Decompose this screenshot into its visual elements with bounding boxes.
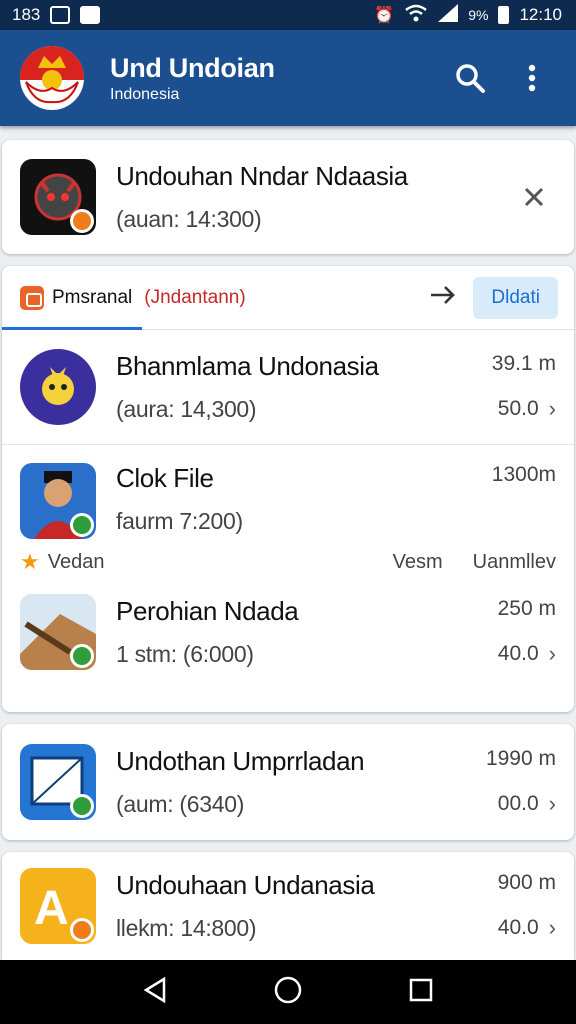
tab-bar: Pmsranal (Jndantann) Dldati — [2, 266, 574, 330]
detail-button[interactable]: Dldati — [473, 276, 558, 319]
item-app-icon — [20, 594, 96, 670]
battery-percent: 9% — [468, 7, 489, 23]
featured-sub: (auan: 14:300) — [116, 206, 262, 232]
system-nav-bar — [0, 960, 576, 1024]
tab-primary[interactable]: Pmsranal — [52, 287, 132, 309]
item-name: Bhanmlama Undonasia — [116, 351, 379, 381]
more-vert-icon[interactable] — [508, 54, 556, 102]
featured-name: Undouhan Nndar Ndaasia — [116, 161, 408, 191]
signal-icon — [438, 3, 459, 27]
battery-icon — [498, 6, 510, 24]
item-meta-right: Uanmllev — [472, 550, 556, 573]
list-item-card[interactable]: Undothan Umprrladan (aum: (6340) 1990 m … — [2, 724, 574, 840]
item-size: 39.1 m — [491, 352, 556, 375]
search-icon[interactable] — [446, 54, 494, 102]
item-value: 00.0 — [497, 792, 539, 815]
app-title: Und Undoian — [110, 52, 275, 83]
item-meta-mid: Vesm — [392, 550, 443, 573]
item-size: 250 m — [497, 597, 556, 620]
app-subtitle: Indonesia — [110, 85, 180, 103]
tab-icon — [20, 285, 44, 310]
item-sub: llekm: 14:800) — [116, 915, 257, 941]
alarm-icon: ⏰ — [374, 7, 395, 24]
tab-secondary[interactable]: (Jndantann) — [144, 287, 245, 309]
item-sub: faurm 7:200) — [116, 508, 243, 534]
status-bar: 183 ⏰ 9% 12:10 — [0, 0, 576, 30]
item-value: 50.0 — [497, 397, 539, 420]
item-app-icon: A — [20, 868, 96, 944]
app-logo — [20, 46, 84, 110]
item-meta-row: ★ Vedan Vesm Uanmllev — [2, 547, 574, 577]
item-size: 1300m — [491, 463, 556, 486]
close-icon[interactable] — [512, 175, 556, 219]
star-icon: ★ — [20, 549, 40, 574]
app-notification-icon — [80, 6, 101, 24]
item-size: 900 m — [497, 871, 556, 894]
svg-text:A: A — [34, 882, 69, 935]
list-item[interactable]: Bhanmlama Undonasia (aura: 14,300) 39.1 … — [2, 330, 574, 444]
item-sub: (aum: (6340) — [116, 791, 245, 817]
chevron-right-icon[interactable]: › — [549, 915, 556, 941]
item-sub: (aura: 14,300) — [116, 396, 257, 422]
chevron-right-icon[interactable]: › — [549, 791, 556, 817]
item-app-icon — [20, 744, 96, 820]
app-bar: Und Undoian Indonesia — [0, 30, 576, 126]
item-meta-star-label: Vedan — [47, 550, 105, 573]
status-time-left: 183 — [12, 5, 41, 24]
item-sub: 1 stm: (6:000) — [116, 641, 254, 667]
chevron-right-icon[interactable]: › — [549, 396, 556, 422]
app-list-card: Pmsranal (Jndantann) Dldati Bhanmlama Un… — [2, 266, 574, 712]
list-item-card[interactable]: A Undouhaan Undanasia llekm: 14:800) 900… — [2, 852, 574, 960]
item-app-icon — [20, 463, 96, 539]
item-name: Clok File — [116, 463, 214, 493]
item-name: Undothan Umprrladan — [116, 746, 365, 776]
chevron-right-icon[interactable]: › — [549, 641, 556, 667]
item-name: Perohian Ndada — [116, 596, 299, 626]
item-name: Undouhaan Undanasia — [116, 870, 375, 900]
item-size: 1990 m — [485, 747, 556, 770]
recents-icon[interactable] — [408, 977, 434, 1008]
wifi-icon — [404, 4, 428, 27]
item-badge — [70, 513, 94, 537]
image-notification-icon — [50, 6, 71, 24]
item-badge — [70, 918, 94, 942]
item-app-icon — [20, 349, 96, 425]
arrow-right-icon[interactable] — [429, 284, 457, 311]
item-badge — [70, 644, 94, 668]
item-value: 40.0 — [497, 642, 539, 665]
item-badge — [70, 794, 94, 818]
back-icon[interactable] — [142, 976, 168, 1009]
featured-app-icon — [20, 159, 96, 235]
list-item[interactable]: Perohian Ndada 1 stm: (6:000) 250 m 40.0… — [2, 577, 574, 687]
home-icon[interactable] — [273, 975, 303, 1010]
item-value: 40.0 — [497, 916, 539, 939]
status-clock: 12:10 — [519, 5, 562, 24]
featured-card[interactable]: Undouhan Nndar Ndaasia (auan: 14:300) — [2, 140, 574, 254]
featured-badge — [70, 209, 94, 233]
